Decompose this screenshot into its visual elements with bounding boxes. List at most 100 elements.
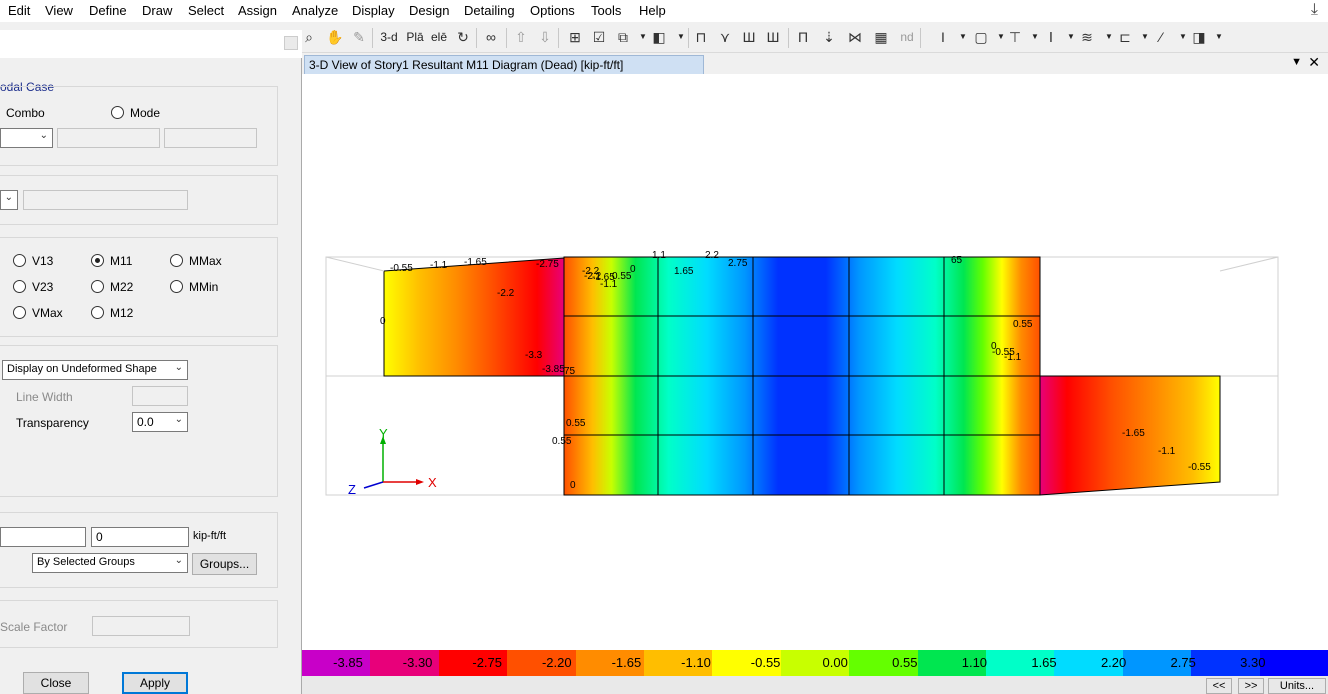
brace-icon[interactable]: ⋎ — [716, 26, 734, 48]
contour-label: 2.75 — [728, 258, 748, 269]
rubber-band-icon[interactable]: ✎ — [350, 26, 368, 48]
view-tab[interactable]: 3-D View of Story1 Resultant M11 Diagram… — [304, 55, 704, 75]
frame-icon[interactable]: ⊓ — [692, 26, 710, 48]
download-icon[interactable]: ⤓ — [1311, 1, 1318, 19]
mesh-icon[interactable]: ▦ — [872, 26, 890, 48]
axis-x-label: X — [428, 475, 437, 490]
tab-dropdown-icon[interactable]: ▼ — [1291, 56, 1302, 68]
groups-button[interactable]: Groups... — [192, 553, 257, 575]
display-options-icon[interactable]: ⧉ — [614, 26, 632, 48]
legend-label: -3.85 — [333, 655, 363, 670]
radio-m11[interactable] — [91, 254, 104, 267]
wall-dropdown-icon[interactable]: ▼ — [1210, 26, 1228, 48]
perspective-icon[interactable]: ∞ — [482, 26, 500, 48]
radio-m12[interactable] — [91, 306, 104, 319]
radio-mmax[interactable] — [170, 254, 183, 267]
menu-tools[interactable]: Tools — [591, 3, 621, 18]
view-3d-button[interactable]: 3-d — [380, 26, 398, 48]
radio-v23[interactable] — [13, 280, 26, 293]
support-icon[interactable]: ⋈ — [846, 26, 864, 48]
close-button[interactable]: Close — [23, 672, 89, 694]
contour-label: 0.55 — [552, 436, 572, 447]
contour-label: -2.2 — [497, 288, 515, 299]
legend-label: -2.75 — [472, 655, 503, 670]
contour-label: 65 — [951, 255, 963, 266]
radio-mmin[interactable] — [170, 280, 183, 293]
double-line-icon[interactable]: ≋ — [1078, 26, 1096, 48]
menu-define[interactable]: Define — [89, 3, 127, 18]
joist-icon[interactable]: Ш — [764, 26, 782, 48]
radio-mode[interactable] — [111, 106, 124, 119]
view-tab-title: 3-D View of Story1 Resultant M11 Diagram… — [309, 58, 624, 72]
apply-button[interactable]: Apply — [122, 672, 188, 694]
menu-edit[interactable]: Edit — [8, 3, 30, 18]
next-button[interactable]: >> — [1238, 678, 1264, 694]
zoom-icon[interactable]: ⌕ — [300, 26, 318, 48]
contour-label: -1.65 — [464, 257, 487, 268]
groups-select[interactable]: By Selected Groups ⌄ — [32, 553, 188, 573]
check-icon[interactable]: ☑ — [590, 26, 608, 48]
radio-vmax[interactable] — [13, 306, 26, 319]
radio-mode-label: Mode — [130, 106, 161, 120]
view-plan-button[interactable]: Plā — [406, 26, 424, 48]
view-elevation-button[interactable]: elē — [430, 26, 448, 48]
transparency-select[interactable]: 0.0 ⌄ — [132, 412, 188, 432]
radio-m22[interactable] — [91, 280, 104, 293]
units-button[interactable]: Units... — [1268, 678, 1326, 694]
axes-triad: Y X Z — [348, 426, 437, 497]
nd-button[interactable]: nd — [898, 26, 916, 48]
case-field-2 — [57, 128, 160, 148]
menu-detailing[interactable]: Detailing — [464, 3, 515, 18]
radio-v13[interactable] — [13, 254, 26, 267]
dialog-close-icon[interactable] — [284, 36, 298, 50]
tee-section-icon[interactable]: ⊤ — [1006, 26, 1024, 48]
display-forces-dialog: odal Case Combo Mode ⌄ ⌄ V13 M11 MMax V2… — [0, 30, 302, 694]
component-type-select[interactable]: ⌄ — [0, 190, 18, 210]
pan-hand-icon[interactable]: ✋ — [326, 26, 344, 48]
component-type-field — [23, 190, 188, 210]
channel-icon[interactable]: ⊏ — [1116, 26, 1134, 48]
legend-label: -1.10 — [681, 655, 711, 670]
chevron-down-icon: ⌄ — [174, 414, 183, 425]
section-i-icon[interactable]: I — [934, 26, 952, 48]
wall-icon[interactable]: ◨ — [1190, 26, 1208, 48]
object-shrink-icon[interactable]: ◧ — [650, 26, 668, 48]
radio-mmin-label: MMin — [189, 280, 219, 294]
menu-draw[interactable]: Draw — [142, 3, 172, 18]
box-section-icon[interactable]: ▢ — [972, 26, 990, 48]
axis-z-label: Z — [348, 482, 356, 497]
range-max-field[interactable]: 0 — [91, 527, 189, 547]
contour-label: -3.85 — [542, 364, 565, 375]
radio-v13-label: V13 — [32, 254, 54, 268]
case-select[interactable]: ⌄ — [0, 128, 53, 148]
model-canvas[interactable]: -0.55 -1.1 -1.65 -2.75 -2.2 -2.2 -1.65 0… — [302, 74, 1328, 650]
rotate-icon[interactable]: ↻ — [454, 26, 472, 48]
move-up-icon[interactable]: ⇧ — [512, 26, 530, 48]
axis-y-label: Y — [379, 426, 388, 441]
menu-design[interactable]: Design — [409, 3, 449, 18]
menu-select[interactable]: Select — [188, 3, 224, 18]
display-mode-select[interactable]: Display on Undeformed Shape ⌄ — [2, 360, 188, 380]
move-down-icon[interactable]: ⇩ — [536, 26, 554, 48]
menu-assign[interactable]: Assign — [238, 3, 277, 18]
section-i-dropdown-icon[interactable]: ▼ — [954, 26, 972, 48]
point-load-icon[interactable]: ⇣ — [820, 26, 838, 48]
range-min-field[interactable] — [0, 527, 86, 547]
menu-options[interactable]: Options — [530, 3, 575, 18]
wide-flange-icon[interactable]: Ⅰ — [1042, 26, 1060, 48]
menu-display[interactable]: Display — [352, 3, 395, 18]
contour-diagram: -0.55 -1.1 -1.65 -2.75 -2.2 -2.2 -1.65 0… — [325, 250, 1279, 497]
contour-label: 0 — [570, 480, 576, 491]
prev-button[interactable]: << — [1206, 678, 1232, 694]
toolbar: ⌕ ✋ ✎ 3-d Plā elē ↻ ∞ ⇧ ⇩ ⊞ ☑ ⧉ ▼ ◧ ▼ ⊓ … — [300, 22, 1328, 53]
menu-view[interactable]: View — [45, 3, 73, 18]
menu-analyze[interactable]: Analyze — [292, 3, 338, 18]
draw-line-icon[interactable]: ⁄ — [1152, 26, 1170, 48]
menu-help[interactable]: Help — [639, 3, 666, 18]
select-all-icon[interactable]: ⊞ — [566, 26, 584, 48]
tab-close-icon[interactable]: ✕ — [1308, 54, 1320, 71]
line-width-label: Line Width — [16, 390, 73, 404]
beam-icon[interactable]: Ш — [740, 26, 758, 48]
column-icon[interactable]: Π — [794, 26, 812, 48]
dialog-titlebar — [0, 30, 302, 58]
